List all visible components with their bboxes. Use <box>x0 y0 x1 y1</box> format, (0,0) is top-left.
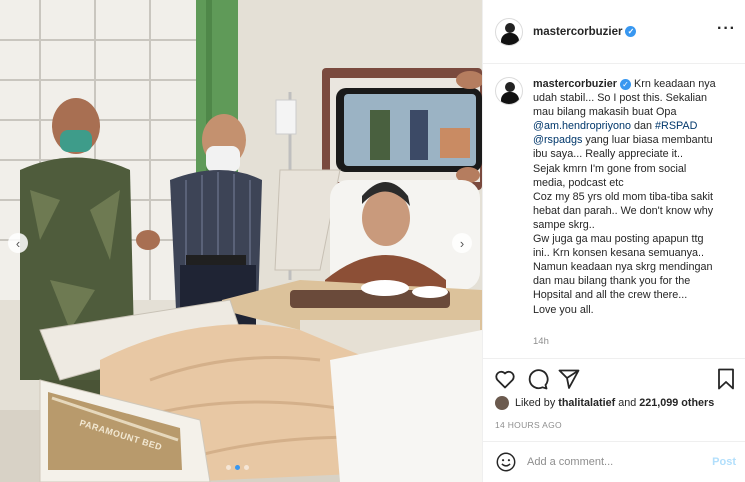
carousel-dot-active <box>235 465 240 470</box>
likes-summary: Liked by thalitalatief and 221,099 other… <box>495 396 714 410</box>
post-header: mastercorbuzier ✓ ··· <box>483 0 745 64</box>
comment-button[interactable] <box>525 367 549 391</box>
username-link[interactable]: mastercorbuzier <box>533 26 622 38</box>
send-icon <box>558 369 580 389</box>
add-comment-bar: Post <box>483 441 745 482</box>
save-button[interactable] <box>714 367 738 391</box>
liker-username[interactable]: thalitalatief <box>558 397 615 409</box>
header-username[interactable]: mastercorbuzier ✓ <box>533 25 637 38</box>
comment-input[interactable] <box>527 456 697 468</box>
likes-count[interactable]: 221,099 others <box>639 397 714 409</box>
caption-age[interactable]: 14h <box>533 335 736 349</box>
hospital-room-image <box>0 0 482 482</box>
caption-line: dan mau bilang thank you for the <box>533 275 691 288</box>
comment-icon <box>528 369 549 390</box>
more-options-icon[interactable]: ··· <box>717 21 736 37</box>
post-caption: mastercorbuzier ✓ Krn keadaan nya udah st… <box>533 77 736 355</box>
emoji-icon[interactable] <box>495 451 517 473</box>
carousel-dot <box>244 465 249 470</box>
caption-line: Coz my 85 yrs old mom tiba-tiba sakit <box>533 190 714 203</box>
caption-line: ibu saya... Really appreciate it.. <box>533 148 684 161</box>
caption-line: Sejak kmrn I'm gone from social <box>533 162 687 175</box>
post-timestamp[interactable]: 14 HOURS AGO <box>495 420 562 430</box>
caption-text: yang luar biasa membantu <box>582 134 713 147</box>
verified-badge-icon: ✓ <box>620 78 632 90</box>
carousel-indicator <box>226 465 249 470</box>
caption-line: Namun keadaan nya skrg mendingan <box>533 261 713 274</box>
like-button[interactable] <box>493 367 517 391</box>
heart-icon <box>495 370 515 389</box>
chevron-right-icon: › <box>459 235 465 251</box>
carousel-next-button[interactable]: › <box>452 233 472 253</box>
likes-mid: and <box>615 397 640 409</box>
post-sidebar: mastercorbuzier ✓ ··· mastercorbuzier ✓ Kr… <box>482 0 745 482</box>
caption-text: dan <box>631 120 656 133</box>
caption-line: Krn keadaan nya <box>634 78 716 90</box>
avatar[interactable] <box>495 17 523 46</box>
carousel-dot <box>226 465 231 470</box>
hashtag-link[interactable]: #RSPAD <box>655 120 697 132</box>
post-comment-button[interactable]: Post <box>712 456 736 468</box>
liker-avatar[interactable] <box>495 396 509 410</box>
caption-line: media, podcast etc <box>533 176 624 189</box>
caption-line: hebat dan parah.. We don't know why <box>533 204 714 217</box>
mention-link[interactable]: @am.hendropriyono <box>533 120 631 132</box>
caption-line: Hopsital and all the crew there... <box>533 289 688 302</box>
comments-section: mastercorbuzier ✓ Krn keadaan nya udah st… <box>483 65 745 355</box>
caption-line: udah stabil... So I post this. Sekalian <box>533 92 708 105</box>
chevron-left-icon: ‹ <box>15 235 21 251</box>
mention-link[interactable]: @rspadgs <box>533 134 582 146</box>
caption-line: ini.. Krn konsen kesana semuanya.. <box>533 247 705 260</box>
caption-line: sampe skrg.. <box>533 218 595 231</box>
post-photo[interactable]: PARAMOUNT BED ‹ › <box>0 0 482 482</box>
caption-username[interactable]: mastercorbuzier <box>533 78 617 90</box>
caption-avatar[interactable] <box>495 77 523 105</box>
bookmark-icon <box>718 368 734 390</box>
likes-prefix: Liked by <box>515 397 559 409</box>
post-actions <box>483 358 745 398</box>
caption-line: Love you all. <box>533 303 594 316</box>
verified-badge-icon: ✓ <box>625 25 637 37</box>
share-button[interactable] <box>557 367 581 391</box>
caption-line: Gw juga ga mau posting apapun ttg <box>533 233 704 246</box>
carousel-prev-button[interactable]: ‹ <box>8 233 28 253</box>
caption-line: mau bilang makasih buat Opa <box>533 106 677 119</box>
